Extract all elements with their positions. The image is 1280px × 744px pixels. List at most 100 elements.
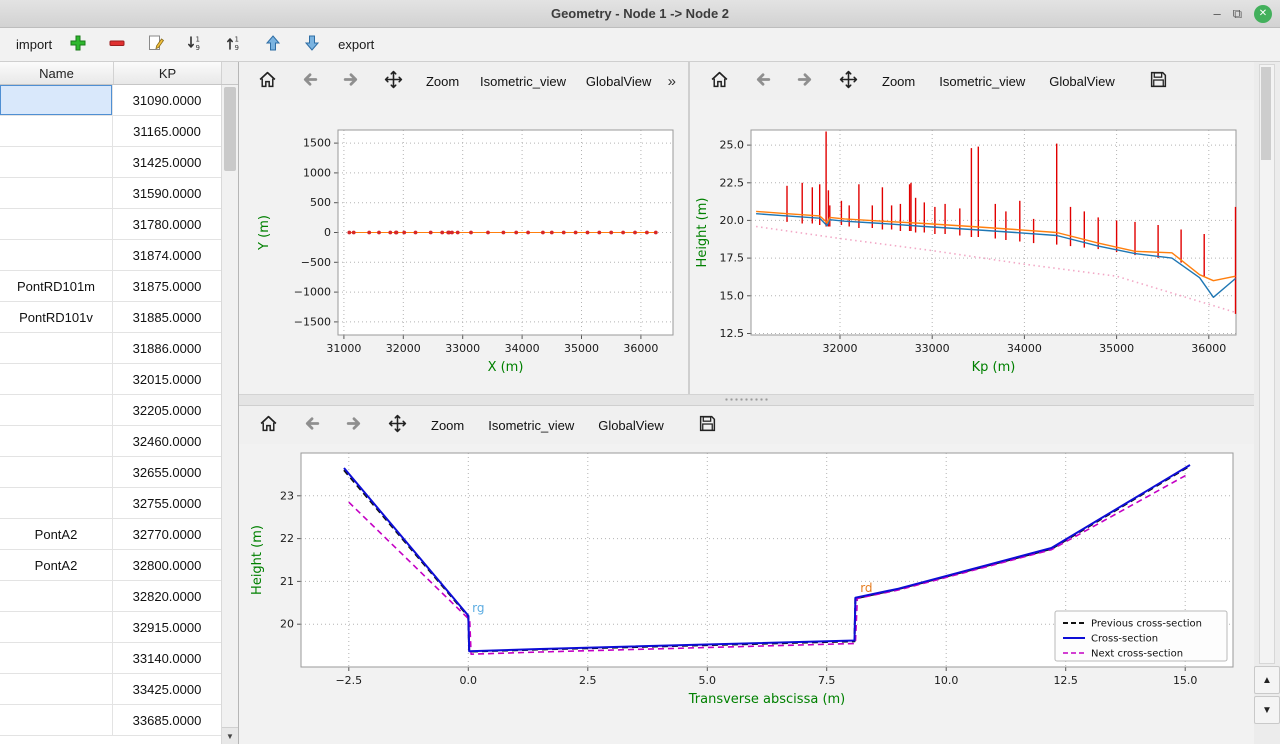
table-cell-name[interactable] xyxy=(0,333,113,363)
window-scrollbar-track[interactable] xyxy=(1259,64,1275,664)
table-cell-name[interactable] xyxy=(0,116,113,146)
home-button[interactable] xyxy=(702,67,737,95)
table-cell-name[interactable] xyxy=(0,488,113,518)
profile-view-chart[interactable]: 320003300034000350003600012.515.017.520.… xyxy=(690,100,1255,394)
table-cell-name[interactable] xyxy=(0,147,113,177)
table-cell-kp[interactable]: 31885.0000 xyxy=(113,302,221,332)
back-button[interactable] xyxy=(745,67,780,95)
export-label[interactable]: export xyxy=(338,37,374,52)
column-header-name[interactable]: Name xyxy=(0,62,114,84)
zoom-button[interactable]: Zoom xyxy=(874,67,923,95)
table-cell-kp[interactable]: 32800.0000 xyxy=(113,550,221,580)
home-button[interactable] xyxy=(251,67,285,95)
save-button[interactable] xyxy=(690,411,725,439)
table-cell-name[interactable] xyxy=(0,705,113,735)
isometric-view-button[interactable]: Isometric_view xyxy=(474,67,571,95)
move-down-button[interactable] xyxy=(299,33,325,57)
table-cell-name[interactable]: PontA2 xyxy=(0,550,113,580)
table-cell-name[interactable] xyxy=(0,426,113,456)
column-header-kp[interactable]: KP xyxy=(114,62,222,84)
sort-descending-button[interactable]: 19 xyxy=(182,33,208,57)
table-cell-kp[interactable]: 32460.0000 xyxy=(113,426,221,456)
window-scrollbar-thumb[interactable] xyxy=(1261,67,1271,160)
toolbar-overflow-chevron[interactable]: » xyxy=(668,73,676,90)
global-view-button[interactable]: GlobalView xyxy=(590,411,672,439)
table-cell-kp[interactable]: 31780.0000 xyxy=(113,209,221,239)
table-cell-kp[interactable]: 31875.0000 xyxy=(113,271,221,301)
table-row[interactable]: 33685.0000 xyxy=(0,705,221,736)
table-row[interactable]: 33425.0000 xyxy=(0,674,221,705)
table-cell-name[interactable] xyxy=(0,209,113,239)
table-cell-name[interactable] xyxy=(0,178,113,208)
move-up-button[interactable] xyxy=(260,33,286,57)
scroll-up-button[interactable]: ▲ xyxy=(1254,666,1280,694)
forward-button[interactable] xyxy=(337,411,372,439)
table-scroll-down-button[interactable]: ▼ xyxy=(222,727,238,744)
scroll-down-button[interactable]: ▼ xyxy=(1254,696,1280,724)
table-cell-kp[interactable]: 31874.0000 xyxy=(113,240,221,270)
isometric-view-button[interactable]: Isometric_view xyxy=(480,411,582,439)
plan-view-chart[interactable]: 310003200033000340003500036000−1500−1000… xyxy=(239,100,688,394)
add-row-button[interactable] xyxy=(65,33,91,57)
table-cell-kp[interactable]: 32915.0000 xyxy=(113,612,221,642)
forward-button[interactable] xyxy=(335,67,369,95)
forward-button[interactable] xyxy=(788,67,823,95)
table-cell-kp[interactable]: 32205.0000 xyxy=(113,395,221,425)
table-row[interactable]: 31165.0000 xyxy=(0,116,221,147)
home-button[interactable] xyxy=(251,411,286,439)
table-cell-kp[interactable]: 32655.0000 xyxy=(113,457,221,487)
table-row[interactable]: PontA232770.0000 xyxy=(0,519,221,550)
table-row[interactable]: 31590.0000 xyxy=(0,178,221,209)
table-row[interactable]: PontRD101m31875.0000 xyxy=(0,271,221,302)
table-row[interactable]: 32460.0000 xyxy=(0,426,221,457)
table-cell-name[interactable] xyxy=(0,364,113,394)
table-cell-kp[interactable]: 32755.0000 xyxy=(113,488,221,518)
table-cell-name[interactable]: PontRD101v xyxy=(0,302,113,332)
table-scrollbar-thumb[interactable] xyxy=(224,87,236,171)
table-cell-kp[interactable]: 31165.0000 xyxy=(113,116,221,146)
table-row[interactable]: 32755.0000 xyxy=(0,488,221,519)
table-cell-name[interactable]: PontA2 xyxy=(0,519,113,549)
table-row[interactable]: 31425.0000 xyxy=(0,147,221,178)
zoom-button[interactable]: Zoom xyxy=(419,67,466,95)
table-row[interactable]: 32015.0000 xyxy=(0,364,221,395)
table-cell-name[interactable] xyxy=(0,240,113,270)
table-cell-kp[interactable]: 31886.0000 xyxy=(113,333,221,363)
table-cell-name[interactable] xyxy=(0,643,113,673)
table-cell-kp[interactable]: 31425.0000 xyxy=(113,147,221,177)
table-cell-name[interactable] xyxy=(0,395,113,425)
pan-button[interactable] xyxy=(377,67,411,95)
table-cell-name[interactable]: PontRD101m xyxy=(0,271,113,301)
table-row[interactable]: PontA232800.0000 xyxy=(0,550,221,581)
table-cell-name[interactable] xyxy=(0,581,113,611)
back-button[interactable] xyxy=(293,67,327,95)
global-view-button[interactable]: GlobalView xyxy=(580,67,658,95)
table-cell-name[interactable] xyxy=(0,457,113,487)
zoom-button[interactable]: Zoom xyxy=(423,411,472,439)
table-cell-kp[interactable]: 31590.0000 xyxy=(113,178,221,208)
table-row[interactable]: 32915.0000 xyxy=(0,612,221,643)
horizontal-splitter[interactable] xyxy=(239,394,1254,406)
maximize-button[interactable]: ⧉ xyxy=(1233,7,1242,20)
back-button[interactable] xyxy=(294,411,329,439)
table-row[interactable]: 32655.0000 xyxy=(0,457,221,488)
table-row[interactable]: 31090.0000 xyxy=(0,85,221,116)
isometric-view-button[interactable]: Isometric_view xyxy=(931,67,1033,95)
table-row[interactable]: 31886.0000 xyxy=(0,333,221,364)
cross-section-chart[interactable]: −2.50.02.55.07.510.012.515.020212223rgrd… xyxy=(239,444,1255,744)
splitter-handle[interactable] xyxy=(724,397,770,403)
table-row[interactable]: 32820.0000 xyxy=(0,581,221,612)
table-row[interactable]: 31780.0000 xyxy=(0,209,221,240)
table-cell-kp[interactable]: 32820.0000 xyxy=(113,581,221,611)
minimize-button[interactable]: – xyxy=(1213,7,1220,20)
global-view-button[interactable]: GlobalView xyxy=(1041,67,1123,95)
table-cell-kp[interactable]: 31090.0000 xyxy=(113,85,221,115)
sort-ascending-button[interactable]: 19 xyxy=(221,33,247,57)
table-cell-kp[interactable]: 32015.0000 xyxy=(113,364,221,394)
table-row[interactable]: 31874.0000 xyxy=(0,240,221,271)
table-cell-kp[interactable]: 32770.0000 xyxy=(113,519,221,549)
pan-button[interactable] xyxy=(831,67,866,95)
table-cell-name[interactable] xyxy=(0,85,113,115)
table-row[interactable]: 33140.0000 xyxy=(0,643,221,674)
save-button[interactable] xyxy=(1141,67,1176,95)
